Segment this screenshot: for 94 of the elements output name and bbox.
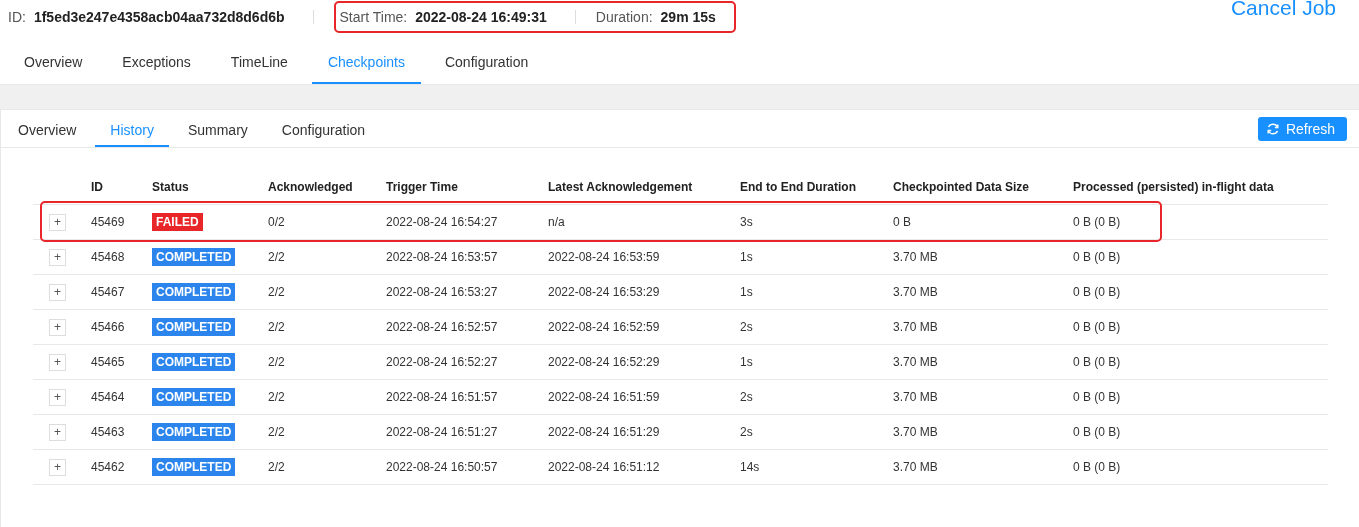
table-cell: 45466: [91, 320, 125, 334]
id-label: ID:: [8, 9, 26, 25]
table-cell: 2/2: [268, 285, 285, 299]
table-cell: 45463: [91, 425, 125, 439]
table-cell: 2022-08-24 16:53:27: [386, 285, 498, 299]
tab[interactable]: Summary: [172, 110, 263, 147]
tab[interactable]: Configuration: [266, 110, 381, 147]
table-cell: 0 B (0 B): [1073, 390, 1121, 404]
job-id: 1f5ed3e247e4358acb04aa732d8d6d6b: [33, 9, 285, 25]
column-header: Latest Acknowledgement: [548, 179, 694, 194]
table-cell: 2s: [740, 425, 753, 439]
table-cell: 2s: [740, 390, 753, 404]
table-cell: 2022-08-24 16:50:57: [386, 460, 498, 474]
table-cell: 2022-08-24 16:51:29: [548, 425, 660, 439]
table-cell: 1s: [740, 285, 753, 299]
expand-button[interactable]: +: [49, 283, 66, 301]
table-cell: 2022-08-24 16:52:27: [386, 355, 498, 369]
expand-button[interactable]: +: [49, 248, 66, 266]
table-cell: 2022-08-24 16:53:57: [386, 250, 498, 264]
table-cell: 0 B (0 B): [1073, 460, 1121, 474]
table-cell: n/a: [548, 215, 565, 229]
table-cell: 3s: [740, 215, 753, 229]
status-badge: COMPLETED: [152, 353, 236, 371]
expand-button[interactable]: +: [49, 213, 66, 231]
status-badge: COMPLETED: [152, 283, 236, 301]
column-header: Checkpointed Data Size: [893, 179, 1031, 194]
expand-button[interactable]: +: [49, 353, 66, 371]
tab[interactable]: Overview: [3, 110, 92, 147]
table-cell: 2/2: [268, 355, 285, 369]
table-cell: 2022-08-24 16:52:59: [548, 320, 660, 334]
table-cell: 2/2: [268, 460, 285, 474]
table-cell: 0 B (0 B): [1073, 215, 1121, 229]
status-badge: COMPLETED: [152, 388, 236, 406]
table-cell: 2022-08-24 16:52:57: [386, 320, 498, 334]
status-badge: COMPLETED: [152, 318, 236, 336]
table-cell: 1s: [740, 250, 753, 264]
table-cell: 3.70 MB: [893, 390, 938, 404]
start-time-value: 2022-08-24 16:49:31: [415, 9, 547, 25]
table-cell: 3.70 MB: [893, 320, 938, 334]
table-cell: 45462: [91, 460, 125, 474]
table-cell: 3.70 MB: [893, 460, 938, 474]
table-cell: 1s: [740, 355, 753, 369]
table-cell: 2/2: [268, 320, 285, 334]
table-cell: 45468: [91, 250, 125, 264]
table-cell: 45467: [91, 285, 125, 299]
table-cell: 3.70 MB: [893, 355, 938, 369]
tab[interactable]: Exceptions: [106, 40, 207, 84]
expand-button[interactable]: +: [49, 423, 66, 441]
expand-button[interactable]: +: [49, 318, 66, 336]
table-cell: 2022-08-24 16:53:29: [548, 285, 660, 299]
column-header: ID: [91, 179, 104, 194]
table-cell: 0 B (0 B): [1073, 250, 1121, 264]
column-header: End to End Duration: [740, 179, 857, 194]
table-cell: 0 B (0 B): [1073, 425, 1121, 439]
table-cell: 45464: [91, 390, 125, 404]
duration-value: 29m 15s: [660, 9, 716, 25]
tab[interactable]: Overview: [8, 40, 99, 84]
expand-button[interactable]: +: [49, 458, 66, 476]
status-badge: COMPLETED: [152, 423, 236, 441]
table-cell: 0 B (0 B): [1073, 320, 1121, 334]
table-cell: 2022-08-24 16:54:27: [386, 215, 498, 229]
table-cell: 14s: [740, 460, 760, 474]
column-header: Acknowledged: [268, 179, 354, 194]
table-cell: 0/2: [268, 215, 285, 229]
table-cell: 45465: [91, 355, 125, 369]
tab[interactable]: Configuration: [428, 40, 545, 84]
table-cell: 2022-08-24 16:51:57: [386, 390, 498, 404]
table-cell: 0 B (0 B): [1073, 285, 1121, 299]
table-cell: 3.70 MB: [893, 285, 938, 299]
table-cell: 2s: [740, 320, 753, 334]
status-badge: COMPLETED: [152, 458, 236, 476]
expand-button[interactable]: +: [49, 388, 66, 406]
tab[interactable]: TimeLine: [214, 40, 304, 84]
table-cell: 2/2: [268, 425, 285, 439]
table-cell: 2022-08-24 16:53:59: [548, 250, 660, 264]
column-header: Processed (persisted) in-flight data: [1073, 179, 1275, 194]
table-cell: 2/2: [268, 390, 285, 404]
refresh-icon: [1265, 121, 1280, 136]
column-header: Trigger Time: [386, 179, 459, 194]
table-cell: 3.70 MB: [893, 425, 938, 439]
status-badge: FAILED: [152, 213, 203, 231]
table-cell: 2022-08-24 16:51:59: [548, 390, 660, 404]
table-cell: 45469: [91, 215, 125, 229]
table-cell: 2022-08-24 16:51:12: [548, 460, 660, 474]
table-cell: 0 B: [893, 215, 911, 229]
table-cell: 2022-08-24 16:51:27: [386, 425, 498, 439]
table-cell: 0 B (0 B): [1073, 355, 1121, 369]
column-header: Status: [152, 179, 190, 194]
duration-label: Duration:: [595, 9, 653, 25]
table-cell: 2/2: [268, 250, 285, 264]
start-time-label: Start Time:: [339, 9, 408, 25]
table-cell: 3.70 MB: [893, 250, 938, 264]
table-cell: 2022-08-24 16:52:29: [548, 355, 660, 369]
status-badge: COMPLETED: [152, 248, 236, 266]
